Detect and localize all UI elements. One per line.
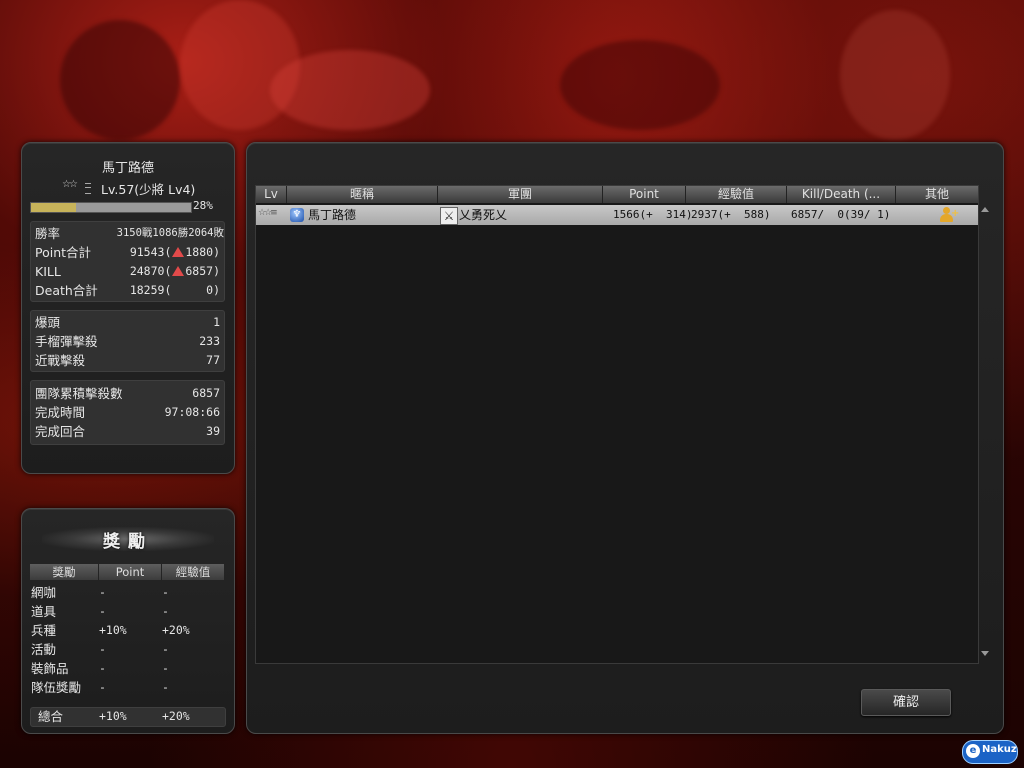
clan-emblem-icon: ⚔	[440, 207, 458, 225]
rewards-header-exp: 經驗值	[162, 564, 224, 580]
stat-row-rounds: 完成回合 39	[35, 424, 220, 439]
nakuz-logo-icon: e	[966, 744, 980, 758]
stat-row-death: Death合計 18259( 0)	[35, 283, 220, 298]
col-header-lv[interactable]: Lv	[256, 186, 287, 203]
scroll-up-icon[interactable]	[981, 207, 989, 212]
row-exp: 2937(+ 588)	[691, 208, 771, 221]
stat-row-point: Point合計 91543(1880)	[35, 245, 220, 260]
col-header-nickname[interactable]: 暱稱	[287, 186, 438, 203]
player-level: Lv.57(少將 Lv4)	[101, 182, 196, 197]
stat-row-headshot: 爆頭 1	[35, 315, 220, 330]
rewards-header-point: Point	[99, 564, 161, 580]
up-arrow-icon	[172, 266, 185, 276]
stat-row-team-kills: 團隊累積擊殺數 6857	[35, 386, 220, 401]
col-header-killdeath[interactable]: Kill/Death (...	[787, 186, 896, 203]
col-header-point[interactable]: Point	[603, 186, 686, 203]
stat-row-melee: 近戰擊殺 77	[35, 353, 220, 368]
col-header-other[interactable]: 其他	[896, 186, 978, 203]
results-panel: Lv 暱稱 軍團 Point 經驗值 Kill/Death (... 其他 ☆☆…	[246, 142, 1004, 734]
player-name: 馬丁路德	[101, 161, 154, 176]
row-clan: 乂勇死乂	[459, 208, 508, 222]
stat-row-grenade: 手榴彈擊殺 233	[35, 334, 220, 349]
rewards-header-name: 獎勵	[30, 564, 98, 580]
exp-bar	[30, 202, 192, 213]
results-table: Lv 暱稱 軍團 Point 經驗值 Kill/Death (... 其他 ☆☆…	[255, 185, 979, 664]
trophy-icon: ♆	[290, 208, 304, 222]
scroll-down-icon[interactable]	[981, 651, 989, 656]
stat-row-winrate: 勝率 3150戰1086勝2064敗	[35, 226, 224, 241]
up-arrow-icon	[172, 247, 185, 257]
stat-row-finish-time: 完成時間 97:08:66	[35, 405, 220, 420]
table-row[interactable]: ☆☆≡ ♆ 馬丁路德 ⚔ 乂勇死乂 1566(+ 314) 2937(+ 588…	[256, 205, 978, 225]
col-header-clan[interactable]: 軍團	[438, 186, 603, 203]
row-rank-icon: ☆☆≡	[258, 208, 278, 218]
rank-stars-icon: ☆☆	[62, 179, 78, 190]
stats-group-kills: 爆頭 1 手榴彈擊殺 233 近戰擊殺 77	[30, 310, 225, 372]
rank-bars-icon	[85, 183, 91, 194]
stat-row-kill: KILL 24870(6857)	[35, 264, 220, 279]
exp-bar-fill	[31, 203, 76, 212]
player-stats-panel: 馬丁路德 ☆☆ Lv.57(少將 Lv4) 28% 勝率 3150戰1086勝2…	[21, 142, 235, 474]
rewards-total-row: 總合 +10% +20%	[30, 707, 226, 727]
confirm-button[interactable]: 確認	[861, 689, 951, 716]
stats-group-overall: 勝率 3150戰1086勝2064敗 Point合計 91543(1880) K…	[30, 221, 225, 302]
row-nickname: 馬丁路德	[308, 208, 357, 222]
row-killdeath: 6857/ 0(39/ 1)	[791, 208, 891, 221]
row-point: 1566(+ 314)	[613, 208, 693, 221]
col-header-exp[interactable]: 經驗值	[686, 186, 787, 203]
exp-percent: 28%	[193, 199, 213, 212]
stats-group-team: 團隊累積擊殺數 6857 完成時間 97:08:66 完成回合 39	[30, 380, 225, 445]
add-friend-icon[interactable]: +	[940, 207, 959, 223]
rewards-title: 獎勵	[103, 532, 153, 552]
rewards-panel: 獎勵 獎勵 Point 經驗值 網咖 - - 道具 - - 兵種 +10% +2…	[21, 508, 235, 734]
nakuz-logo: e Nakuz	[962, 740, 1018, 764]
nakuz-logo-text: Nakuz	[982, 744, 1017, 755]
